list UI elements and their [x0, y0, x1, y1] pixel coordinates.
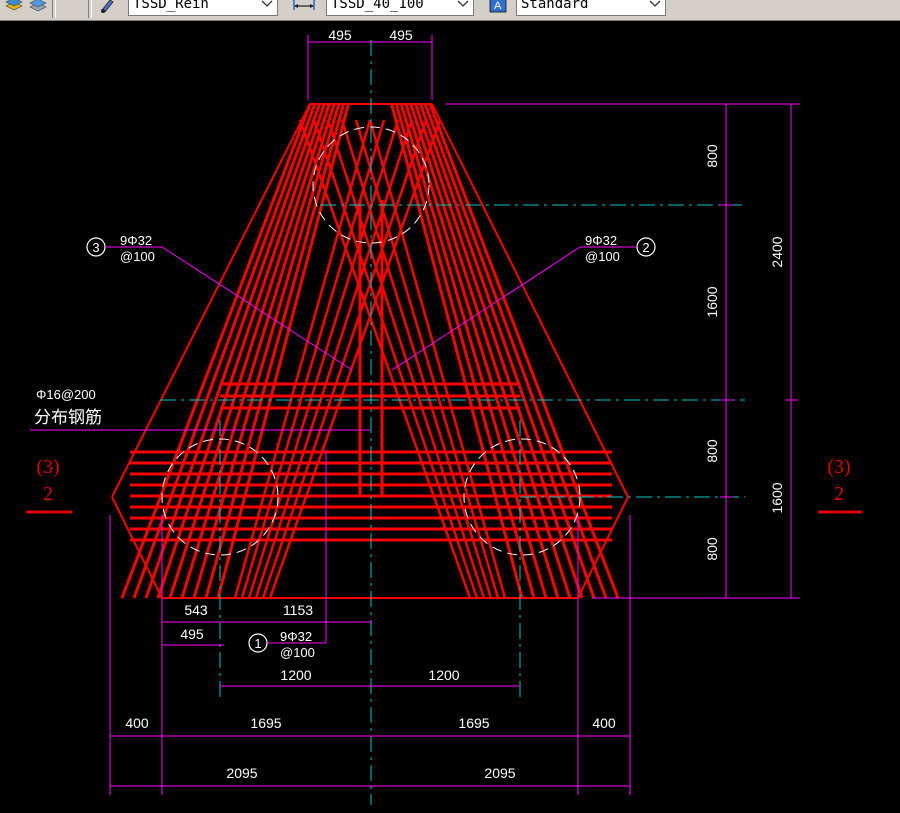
- dim-1153: 1153: [283, 602, 313, 618]
- brush-icon[interactable]: [98, 0, 118, 14]
- callout-2-line1: 9Φ32: [585, 233, 617, 248]
- dim-right-2400: 2400: [769, 236, 785, 267]
- dim-495-bottom: 495: [180, 626, 204, 642]
- layer-icon[interactable]: [4, 0, 24, 14]
- chevron-down-icon: [261, 0, 273, 7]
- dim-top-right: 495: [389, 27, 413, 43]
- toolbar-separator: [52, 0, 56, 18]
- dim-right-800-c: 800: [704, 537, 720, 561]
- layer-combo[interactable]: TSSD_Rein: [128, 0, 278, 16]
- textstyle-combo[interactable]: Standard: [516, 0, 666, 16]
- dim-2095-left: 2095: [226, 765, 257, 781]
- rebar-bar-3: [156, 103, 326, 599]
- centerlines: [160, 40, 745, 805]
- dim-400-right: 400: [592, 715, 616, 731]
- dimstyle-icon[interactable]: [290, 0, 318, 14]
- dim-2095-right: 2095: [484, 765, 515, 781]
- outline-edge: [431, 103, 629, 498]
- dim-right-800-a: 800: [704, 144, 720, 168]
- callout-1-number: 1: [254, 636, 261, 651]
- pile-cap-outline: [111, 103, 629, 599]
- dim-1695-right: 1695: [458, 715, 489, 731]
- dim-right-1600: 1600: [704, 286, 720, 317]
- callout-3-number: 3: [92, 240, 99, 255]
- layer-states-icon[interactable]: [28, 0, 48, 14]
- dim-1200-right: 1200: [428, 667, 459, 683]
- rebar-bar-2: [418, 103, 596, 599]
- layer-combo-value: TSSD_Rein: [133, 0, 209, 12]
- rebar-bar-2: [414, 103, 584, 599]
- callout-2-line2: @100: [585, 249, 620, 264]
- rebar-bar-2: [394, 103, 536, 599]
- dim-right-1600-outer: 1600: [769, 482, 785, 513]
- rebar-group: [120, 103, 620, 599]
- dim-top-left: 495: [328, 27, 352, 43]
- callout-3-line1: 9Φ32: [120, 233, 152, 248]
- chevron-down-icon: [457, 0, 469, 7]
- rebar-bar-3-cross: [326, 119, 486, 599]
- section-left-top: (3): [36, 456, 59, 478]
- callout-3-line2: @100: [120, 249, 155, 264]
- svg-text:A: A: [494, 0, 502, 12]
- distribution-rebar-spec: Φ16@200: [36, 387, 96, 402]
- section-right-bottom: 2: [834, 483, 844, 505]
- toolbar-separator: [88, 0, 92, 18]
- callout-1-line1: 9Φ32: [280, 629, 312, 644]
- chevron-down-icon: [649, 0, 661, 7]
- textstyle-combo-value: Standard: [521, 0, 589, 12]
- section-right-top: (3): [827, 456, 850, 478]
- distribution-rebar-label: 分布钢筋: [34, 408, 102, 427]
- cad-toolbar: TSSD_Rein TSSD_40_100 A Standard: [0, 0, 900, 21]
- rebar-bar-3: [180, 103, 336, 599]
- dim-1200-left: 1200: [280, 667, 311, 683]
- rebar-bar-2-cross: [254, 119, 414, 599]
- callout-1-line2: @100: [280, 645, 315, 660]
- dim-right-800-b: 800: [704, 439, 720, 463]
- dimstyle-combo[interactable]: TSSD_40_100: [326, 0, 474, 16]
- dim-400-left: 400: [125, 715, 149, 731]
- textstyle-icon[interactable]: A: [488, 0, 508, 14]
- dim-1695-left: 1695: [250, 715, 281, 731]
- callout-2-number: 2: [642, 240, 649, 255]
- section-left-bottom: 2: [43, 483, 53, 505]
- rebar-bar-3: [144, 103, 322, 599]
- dimstyle-combo-value: TSSD_40_100: [331, 0, 424, 12]
- dim-543: 543: [184, 602, 208, 618]
- leader-2: [391, 246, 581, 371]
- cad-drawing-canvas[interactable]: 495 495 800 1600 800 800 2400 1600 543 1…: [0, 20, 900, 813]
